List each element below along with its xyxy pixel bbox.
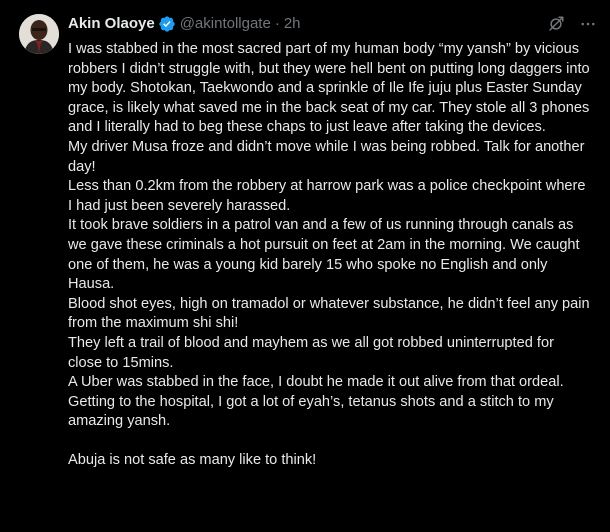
avatar-image: [19, 14, 59, 54]
verified-badge-icon: [158, 15, 176, 33]
tweet-paragraph: I was stabbed in the most sacred part of…: [68, 41, 590, 136]
more-icon[interactable]: [578, 14, 598, 34]
author-handle[interactable]: @akintollgate: [180, 14, 271, 34]
grok-icon[interactable]: [546, 14, 566, 34]
timestamp[interactable]: 2h: [284, 14, 301, 34]
tweet-paragraph: Less than 0.2km from the robbery at harr…: [68, 178, 586, 214]
tweet-paragraph: Blood shot eyes, high on tramadol or wha…: [68, 295, 590, 332]
tweet-paragraph: Abuja is not safe as many like to think!: [68, 451, 317, 468]
tweet-paragraph: It took brave soldiers in a patrol van a…: [68, 217, 580, 293]
tweet-paragraph: They left a trail of blood and mayhem as…: [68, 334, 554, 371]
tweet-text: I was stabbed in the most sacred part of…: [68, 40, 592, 470]
tweet: Akin Olaoye @akintollgate · 2h I was sta…: [0, 0, 610, 532]
author-name[interactable]: Akin Olaoye: [68, 14, 155, 34]
avatar[interactable]: [19, 14, 59, 54]
tweet-header: Akin Olaoye @akintollgate · 2h: [68, 14, 598, 34]
tweet-paragraph: Getting to the hospital, I got a lot of …: [68, 393, 554, 430]
tweet-paragraph: A Uber was stabbed in the face, I doubt …: [68, 374, 564, 391]
separator-dot: ·: [274, 15, 280, 32]
tweet-content: Akin Olaoye @akintollgate · 2h I was sta…: [68, 14, 598, 470]
tweet-actions: [534, 14, 598, 34]
tweet-paragraph: My driver Musa froze and didn’t move whi…: [68, 138, 585, 175]
